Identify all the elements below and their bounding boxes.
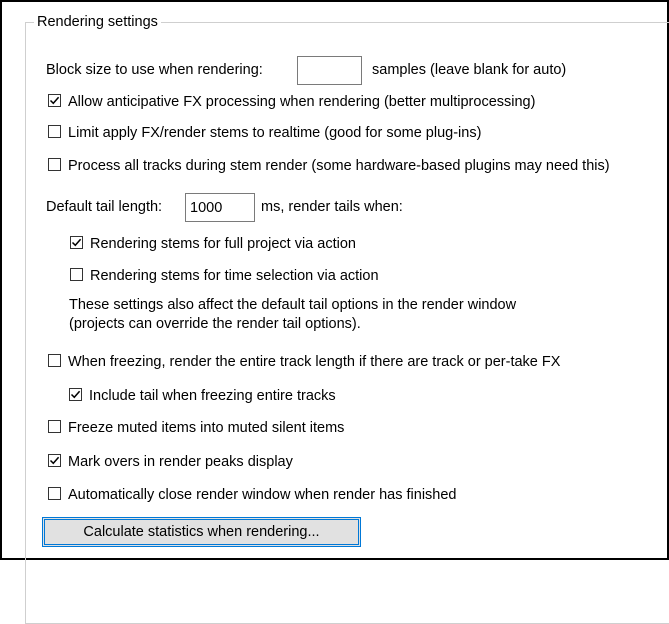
option-label: Rendering stems for time selection via a… bbox=[90, 268, 379, 284]
checkbox-mark-overs[interactable] bbox=[48, 454, 61, 467]
rendering-settings-panel: Rendering settings Block size to use whe… bbox=[0, 0, 669, 624]
tail-length-suffix: ms, render tails when: bbox=[261, 199, 403, 215]
checkbox-auto-close-render[interactable] bbox=[48, 487, 61, 500]
checkbox-process-all-tracks[interactable] bbox=[48, 158, 61, 171]
group-title: Rendering settings bbox=[34, 12, 161, 32]
tail-length-input[interactable] bbox=[185, 193, 255, 222]
option-label: Mark overs in render peaks display bbox=[68, 454, 293, 470]
checkbox-freeze-muted-items[interactable] bbox=[48, 420, 61, 433]
checkmark-icon bbox=[71, 238, 82, 247]
block-size-suffix: samples (leave blank for auto) bbox=[372, 62, 567, 78]
checkmark-icon bbox=[70, 390, 81, 399]
tail-note-line1: These settings also affect the default t… bbox=[69, 297, 517, 313]
checkbox-include-tail-freezing[interactable] bbox=[69, 388, 82, 401]
checkbox-limit-realtime[interactable] bbox=[48, 125, 61, 138]
block-size-input[interactable] bbox=[297, 56, 362, 85]
checkbox-anticipative-fx[interactable] bbox=[48, 94, 61, 107]
option-label: When freezing, render the entire track l… bbox=[68, 354, 561, 370]
block-size-label: Block size to use when rendering: bbox=[46, 62, 263, 78]
calculate-statistics-button[interactable]: Calculate statistics when rendering... bbox=[42, 517, 361, 547]
checkbox-tail-time-selection[interactable] bbox=[70, 268, 83, 281]
option-label: Limit apply FX/render stems to realtime … bbox=[68, 125, 482, 141]
checkbox-tail-full-project[interactable] bbox=[70, 236, 83, 249]
checkbox-freeze-entire-length[interactable] bbox=[48, 354, 61, 367]
option-label: Process all tracks during stem render (s… bbox=[68, 158, 610, 174]
checkmark-icon bbox=[49, 456, 60, 465]
option-label: Include tail when freezing entire tracks bbox=[89, 388, 336, 404]
option-label: Rendering stems for full project via act… bbox=[90, 236, 356, 252]
checkmark-icon bbox=[49, 96, 60, 105]
tail-note-line2: (projects can override the render tail o… bbox=[69, 316, 361, 332]
tail-length-label: Default tail length: bbox=[46, 199, 163, 215]
option-label: Automatically close render window when r… bbox=[68, 487, 457, 503]
option-label: Freeze muted items into muted silent ite… bbox=[68, 420, 345, 436]
option-label: Allow anticipative FX processing when re… bbox=[68, 94, 536, 110]
